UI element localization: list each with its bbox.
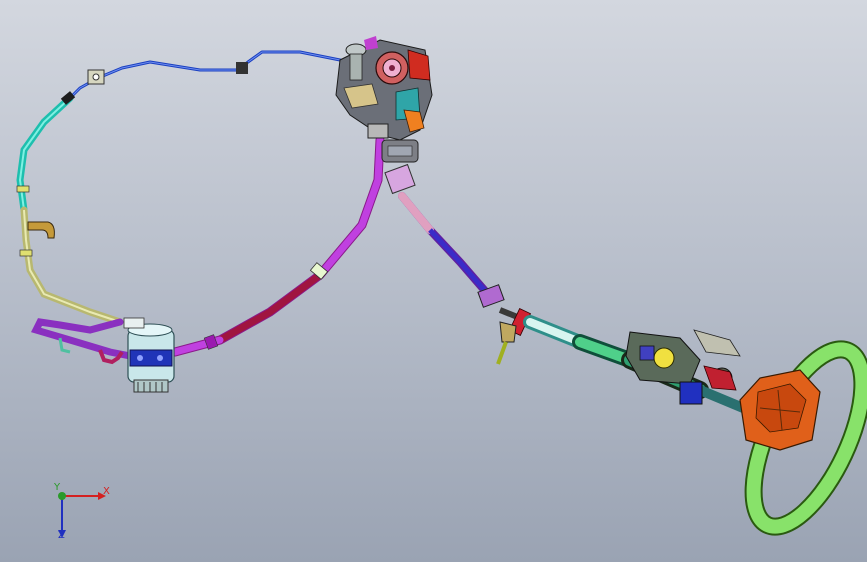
axis-triad: X Y Z: [40, 482, 110, 544]
cad-viewport[interactable]: X Y Z: [0, 0, 867, 562]
z-axis-label: Z: [58, 530, 65, 541]
pressure-hose[interactable]: [30, 135, 385, 365]
steering-gear[interactable]: [335, 36, 433, 163]
return-hose[interactable]: [16, 50, 351, 326]
x-axis-label: X: [103, 486, 110, 497]
steering-column[interactable]: [496, 307, 753, 415]
assembly-model[interactable]: [0, 0, 867, 562]
steering-pump[interactable]: [123, 317, 175, 393]
intermediate-shaft[interactable]: [384, 163, 505, 308]
steering-wheel[interactable]: [731, 334, 867, 542]
axis-triad-graphic: [58, 492, 106, 538]
y-axis-label: Y: [54, 482, 61, 493]
